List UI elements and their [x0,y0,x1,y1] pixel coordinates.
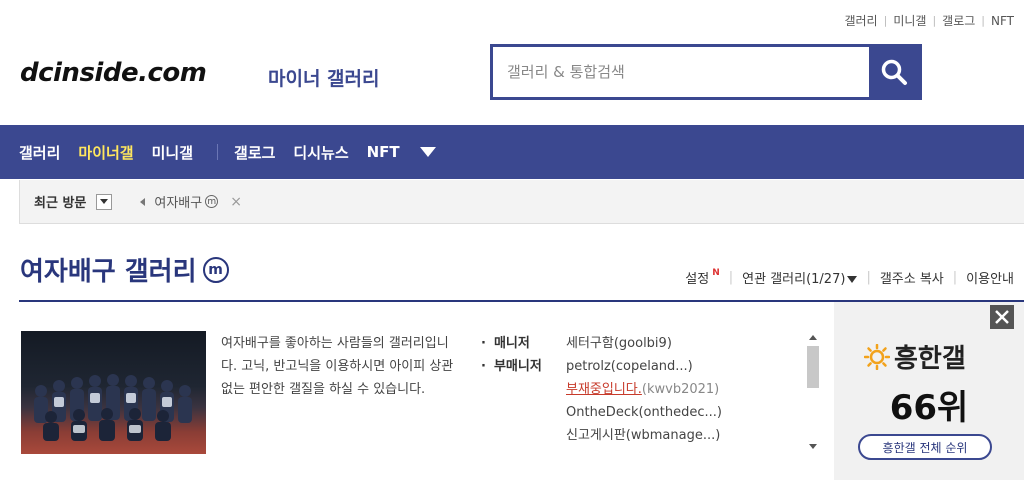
full-ranking-button[interactable]: 흥한갤 전체 순위 [858,434,992,460]
list-item[interactable]: petrolz(copeland...) [566,355,804,378]
nav-gallog[interactable]: 갤로그 [234,142,275,163]
nav-dcnews[interactable]: 디시뉴스 [293,142,348,163]
nav-nft[interactable]: NFT [367,143,400,161]
role-manager: · 매니저 [481,336,530,351]
list-item[interactable]: 부재중입니다.(kwvb2021) [566,378,804,401]
close-icon [995,310,1009,324]
ranking-title: 흥한갤 [894,344,966,374]
recent-visits-bar: 최근 방문 여자배구 m × [19,180,1024,224]
related-galleries-label: 연관 갤러리(1/27) [742,272,846,287]
close-button[interactable] [990,305,1014,329]
minor-gallery-badge-icon: m [202,256,229,283]
ranking-header: 흥한갤 [864,338,966,375]
top-link-minigal[interactable]: 미니갤 [893,12,926,29]
settings-link[interactable]: 설정 N [685,268,719,287]
list-item[interactable]: 세터구함(goolbi9) [566,332,804,355]
remove-recent-button[interactable]: × [230,194,242,210]
new-badge: N [712,268,720,278]
recent-visits-label: 최근 방문 [34,196,87,211]
gallery-description: 여자배구를 좋아하는 사람들의 갤러리입니다. 고닉, 반고닉을 이용하시면 아… [221,336,454,397]
managers-list: 세터구함(goolbi9) petrolz(copeland...) 부재중입니… [566,332,804,452]
title-links: 설정 N | 연관 갤러리(1/27) | 갤주소 복사 | 이용안내 [685,268,1014,287]
ranking-box: 흥한갤 66위 흥한갤 전체 순위 [834,302,1024,480]
caret-down-icon [847,276,858,283]
main-nav: 갤러리 마이너갤 미니갤 갤로그 디시뉴스 NFT [0,125,1024,179]
managers-scrollbar[interactable] [806,332,820,452]
top-link-gallog[interactable]: 갤로그 [942,12,975,29]
nav-mini-gallery[interactable]: 미니갤 [152,142,193,163]
nav-minor-gallery[interactable]: 마이너갤 [78,142,133,163]
dcinside-logo[interactable]: dcinside.com [20,58,207,88]
nav-divider [217,144,219,160]
sun-icon [864,343,890,370]
top-links: 갤러리 | 미니갤 | 갤로그 | NFT [844,12,1014,29]
list-item[interactable]: OntheDeck(onthedec...) [566,401,804,424]
scroll-up-icon[interactable] [809,335,817,340]
related-galleries-link[interactable]: 연관 갤러리(1/27) [742,268,858,287]
absent-status: 부재중입니다. [566,382,642,397]
nav-gallery[interactable]: 갤러리 [19,142,60,163]
gallery-cover-image [21,331,206,454]
search-bar [490,44,922,100]
role-sub-manager-label: 부매니저 [493,359,542,374]
chevron-down-icon [100,199,109,204]
recent-dropdown-button[interactable] [96,193,113,210]
list-item[interactable]: 신고게시판(wbmanage...) [566,424,804,447]
role-sub-manager: · 부매니저 [481,359,542,374]
page-title: 여자배구 갤러리 m [20,251,229,288]
ranking-number: 66위 [889,388,969,428]
logo-subtitle[interactable]: 마이너 갤러리 [268,64,380,91]
role-manager-label: 매니저 [493,336,530,351]
gallery-title[interactable]: 여자배구 갤러리 [20,251,197,288]
settings-label: 설정 [685,272,710,287]
recent-gallery-link[interactable]: 여자배구 [154,192,202,211]
scroll-down-icon[interactable] [809,444,817,449]
top-link-nft[interactable]: NFT [991,14,1014,28]
team-photo-image [34,374,192,441]
scroll-thumb[interactable] [807,346,819,388]
absent-user-id: (kwvb2021) [641,382,720,397]
nav-more-arrow-icon[interactable] [419,147,436,157]
search-icon [881,59,907,85]
copy-address-link[interactable]: 갤주소 복사 [880,268,944,287]
search-button[interactable] [869,47,919,97]
usage-info-link[interactable]: 이용안내 [966,268,1014,287]
minor-gallery-mark-icon: m [205,195,219,208]
manager-roles: · 매니저 · 부매니저 [481,332,542,378]
search-input[interactable] [493,47,869,97]
top-link-gallery[interactable]: 갤러리 [844,12,877,29]
prev-arrow-icon[interactable] [140,197,146,206]
